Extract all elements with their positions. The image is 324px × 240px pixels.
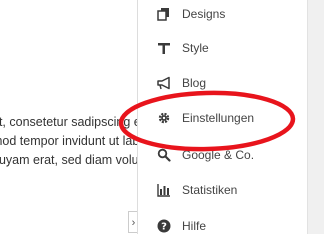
sidebar-item-einstellungen[interactable]: Einstellungen	[138, 101, 308, 135]
text-line: mod tempor invidunt ut labore et dolore	[0, 134, 150, 148]
screen: et, consetetur sadipscing elitr, sed dia…	[0, 0, 324, 234]
sidebar-item-blog[interactable]: Blog	[138, 66, 308, 100]
sidebar-item-statistiken[interactable]: Statistiken	[138, 173, 308, 207]
text-line: quyam erat, sed diam voluptua.	[0, 153, 150, 167]
sidebar-item-label: Statistiken	[182, 183, 238, 197]
sidebar-item-style[interactable]: Style	[138, 31, 308, 65]
style-icon	[156, 40, 172, 56]
sidebar-item-label: Style	[182, 41, 209, 55]
gear-icon	[156, 110, 172, 126]
designs-icon	[156, 6, 172, 22]
bar-chart-icon	[156, 182, 172, 198]
body-text: et, consetetur sadipscing elitr, sed dia…	[0, 113, 150, 170]
window-edge	[307, 0, 324, 234]
sidebar-item-designs[interactable]: Designs	[138, 0, 308, 31]
sidebar-item-label: Blog	[182, 76, 207, 90]
help-icon: ?	[156, 218, 172, 234]
megaphone-icon	[156, 75, 172, 91]
sidebar-item-label: Einstellungen	[182, 111, 255, 125]
sidebar-item-label: Designs	[182, 7, 226, 21]
sidebar-menu: Designs Style Blog Einstellungen Google …	[137, 0, 308, 234]
svg-text:?: ?	[161, 222, 167, 233]
sidebar-item-label: Hilfe	[182, 219, 207, 233]
sidebar-item-google[interactable]: Google & Co.	[138, 138, 308, 172]
text-line: et, consetetur sadipscing elitr, sed dia…	[0, 115, 150, 129]
sidebar-item-label: Google & Co.	[182, 148, 255, 162]
search-icon	[156, 147, 172, 163]
sidebar-item-hilfe[interactable]: ? Hilfe	[138, 209, 308, 234]
